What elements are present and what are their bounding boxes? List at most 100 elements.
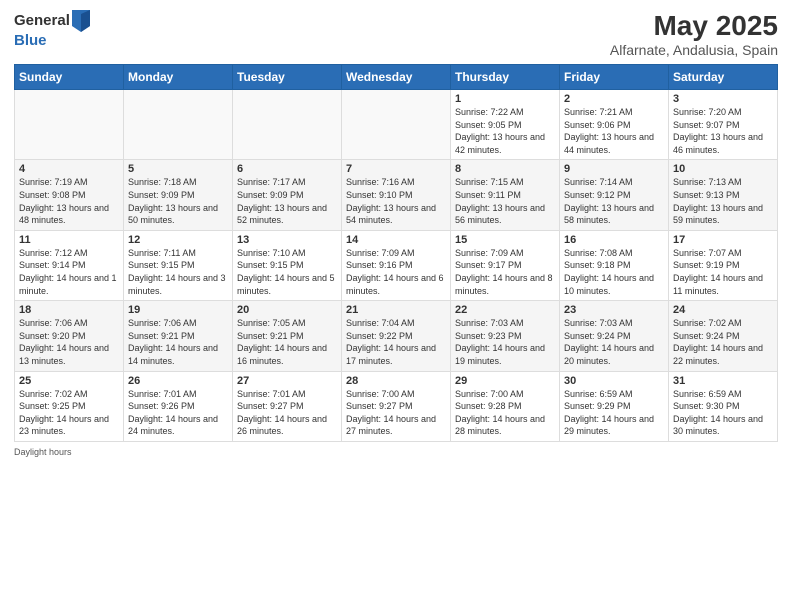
day-info: Sunrise: 7:21 AMSunset: 9:06 PMDaylight:… [564, 106, 664, 156]
calendar-cell: 1Sunrise: 7:22 AMSunset: 9:05 PMDaylight… [451, 90, 560, 160]
weekday-header-wednesday: Wednesday [342, 65, 451, 90]
calendar-cell: 21Sunrise: 7:04 AMSunset: 9:22 PMDayligh… [342, 301, 451, 371]
calendar-cell: 9Sunrise: 7:14 AMSunset: 9:12 PMDaylight… [560, 160, 669, 230]
calendar-cell [233, 90, 342, 160]
calendar-cell: 25Sunrise: 7:02 AMSunset: 9:25 PMDayligh… [15, 371, 124, 441]
calendar-cell: 2Sunrise: 7:21 AMSunset: 9:06 PMDaylight… [560, 90, 669, 160]
calendar-cell: 30Sunrise: 6:59 AMSunset: 9:29 PMDayligh… [560, 371, 669, 441]
day-number: 10 [673, 163, 773, 175]
main-title: May 2025 [610, 10, 778, 42]
day-info: Sunrise: 7:09 AMSunset: 9:17 PMDaylight:… [455, 247, 555, 297]
day-number: 15 [455, 234, 555, 246]
calendar-cell: 12Sunrise: 7:11 AMSunset: 9:15 PMDayligh… [124, 230, 233, 300]
day-info: Sunrise: 7:06 AMSunset: 9:21 PMDaylight:… [128, 317, 228, 367]
calendar-cell [342, 90, 451, 160]
day-info: Sunrise: 7:06 AMSunset: 9:20 PMDaylight:… [19, 317, 119, 367]
calendar-header-row: SundayMondayTuesdayWednesdayThursdayFrid… [15, 65, 778, 90]
weekday-header-tuesday: Tuesday [233, 65, 342, 90]
day-info: Sunrise: 7:00 AMSunset: 9:28 PMDaylight:… [455, 388, 555, 438]
day-number: 1 [455, 93, 555, 105]
calendar-cell: 28Sunrise: 7:00 AMSunset: 9:27 PMDayligh… [342, 371, 451, 441]
day-info: Sunrise: 7:17 AMSunset: 9:09 PMDaylight:… [237, 176, 337, 226]
day-info: Sunrise: 7:14 AMSunset: 9:12 PMDaylight:… [564, 176, 664, 226]
calendar-cell: 4Sunrise: 7:19 AMSunset: 9:08 PMDaylight… [15, 160, 124, 230]
day-info: Sunrise: 7:10 AMSunset: 9:15 PMDaylight:… [237, 247, 337, 297]
day-number: 8 [455, 163, 555, 175]
weekday-header-thursday: Thursday [451, 65, 560, 90]
calendar-cell: 31Sunrise: 6:59 AMSunset: 9:30 PMDayligh… [669, 371, 778, 441]
day-number: 19 [128, 304, 228, 316]
day-number: 11 [19, 234, 119, 246]
calendar-cell: 3Sunrise: 7:20 AMSunset: 9:07 PMDaylight… [669, 90, 778, 160]
logo-blue: Blue [14, 32, 47, 49]
logo-icon [72, 10, 90, 32]
day-info: Sunrise: 7:01 AMSunset: 9:27 PMDaylight:… [237, 388, 337, 438]
calendar-cell [124, 90, 233, 160]
calendar-cell: 18Sunrise: 7:06 AMSunset: 9:20 PMDayligh… [15, 301, 124, 371]
calendar-cell: 10Sunrise: 7:13 AMSunset: 9:13 PMDayligh… [669, 160, 778, 230]
day-info: Sunrise: 7:12 AMSunset: 9:14 PMDaylight:… [19, 247, 119, 297]
day-number: 9 [564, 163, 664, 175]
day-number: 31 [673, 375, 773, 387]
day-info: Sunrise: 7:11 AMSunset: 9:15 PMDaylight:… [128, 247, 228, 297]
day-info: Sunrise: 7:08 AMSunset: 9:18 PMDaylight:… [564, 247, 664, 297]
day-number: 13 [237, 234, 337, 246]
calendar-cell: 5Sunrise: 7:18 AMSunset: 9:09 PMDaylight… [124, 160, 233, 230]
day-info: Sunrise: 7:09 AMSunset: 9:16 PMDaylight:… [346, 247, 446, 297]
calendar-cell: 15Sunrise: 7:09 AMSunset: 9:17 PMDayligh… [451, 230, 560, 300]
day-number: 3 [673, 93, 773, 105]
calendar: SundayMondayTuesdayWednesdayThursdayFrid… [14, 64, 778, 442]
day-number: 25 [19, 375, 119, 387]
day-number: 2 [564, 93, 664, 105]
day-info: Sunrise: 7:22 AMSunset: 9:05 PMDaylight:… [455, 106, 555, 156]
day-info: Sunrise: 7:03 AMSunset: 9:24 PMDaylight:… [564, 317, 664, 367]
day-number: 20 [237, 304, 337, 316]
calendar-cell: 6Sunrise: 7:17 AMSunset: 9:09 PMDaylight… [233, 160, 342, 230]
day-number: 17 [673, 234, 773, 246]
day-info: Sunrise: 7:13 AMSunset: 9:13 PMDaylight:… [673, 176, 773, 226]
logo-general: General [14, 12, 70, 30]
day-info: Sunrise: 7:07 AMSunset: 9:19 PMDaylight:… [673, 247, 773, 297]
header: General Blue May 2025 Alfarnate, Andalus… [14, 10, 778, 58]
day-number: 24 [673, 304, 773, 316]
calendar-cell: 16Sunrise: 7:08 AMSunset: 9:18 PMDayligh… [560, 230, 669, 300]
calendar-week-0: 1Sunrise: 7:22 AMSunset: 9:05 PMDaylight… [15, 90, 778, 160]
day-info: Sunrise: 7:16 AMSunset: 9:10 PMDaylight:… [346, 176, 446, 226]
day-info: Sunrise: 6:59 AMSunset: 9:30 PMDaylight:… [673, 388, 773, 438]
logo: General Blue [14, 10, 90, 50]
calendar-cell: 22Sunrise: 7:03 AMSunset: 9:23 PMDayligh… [451, 301, 560, 371]
day-number: 28 [346, 375, 446, 387]
calendar-cell [15, 90, 124, 160]
day-number: 7 [346, 163, 446, 175]
calendar-cell: 20Sunrise: 7:05 AMSunset: 9:21 PMDayligh… [233, 301, 342, 371]
day-info: Sunrise: 7:02 AMSunset: 9:24 PMDaylight:… [673, 317, 773, 367]
calendar-cell: 24Sunrise: 7:02 AMSunset: 9:24 PMDayligh… [669, 301, 778, 371]
subtitle: Alfarnate, Andalusia, Spain [610, 42, 778, 58]
day-info: Sunrise: 7:18 AMSunset: 9:09 PMDaylight:… [128, 176, 228, 226]
calendar-week-4: 25Sunrise: 7:02 AMSunset: 9:25 PMDayligh… [15, 371, 778, 441]
day-info: Sunrise: 7:02 AMSunset: 9:25 PMDaylight:… [19, 388, 119, 438]
calendar-cell: 27Sunrise: 7:01 AMSunset: 9:27 PMDayligh… [233, 371, 342, 441]
day-number: 22 [455, 304, 555, 316]
calendar-week-3: 18Sunrise: 7:06 AMSunset: 9:20 PMDayligh… [15, 301, 778, 371]
day-number: 14 [346, 234, 446, 246]
calendar-cell: 13Sunrise: 7:10 AMSunset: 9:15 PMDayligh… [233, 230, 342, 300]
weekday-header-saturday: Saturday [669, 65, 778, 90]
day-number: 12 [128, 234, 228, 246]
daylight-label: Daylight hours [14, 447, 72, 457]
day-info: Sunrise: 7:19 AMSunset: 9:08 PMDaylight:… [19, 176, 119, 226]
calendar-cell: 11Sunrise: 7:12 AMSunset: 9:14 PMDayligh… [15, 230, 124, 300]
day-info: Sunrise: 7:15 AMSunset: 9:11 PMDaylight:… [455, 176, 555, 226]
calendar-cell: 23Sunrise: 7:03 AMSunset: 9:24 PMDayligh… [560, 301, 669, 371]
calendar-cell: 7Sunrise: 7:16 AMSunset: 9:10 PMDaylight… [342, 160, 451, 230]
calendar-cell: 26Sunrise: 7:01 AMSunset: 9:26 PMDayligh… [124, 371, 233, 441]
day-number: 23 [564, 304, 664, 316]
day-info: Sunrise: 7:01 AMSunset: 9:26 PMDaylight:… [128, 388, 228, 438]
weekday-header-friday: Friday [560, 65, 669, 90]
day-number: 21 [346, 304, 446, 316]
day-info: Sunrise: 7:03 AMSunset: 9:23 PMDaylight:… [455, 317, 555, 367]
day-number: 6 [237, 163, 337, 175]
day-number: 30 [564, 375, 664, 387]
calendar-week-1: 4Sunrise: 7:19 AMSunset: 9:08 PMDaylight… [15, 160, 778, 230]
calendar-cell: 17Sunrise: 7:07 AMSunset: 9:19 PMDayligh… [669, 230, 778, 300]
